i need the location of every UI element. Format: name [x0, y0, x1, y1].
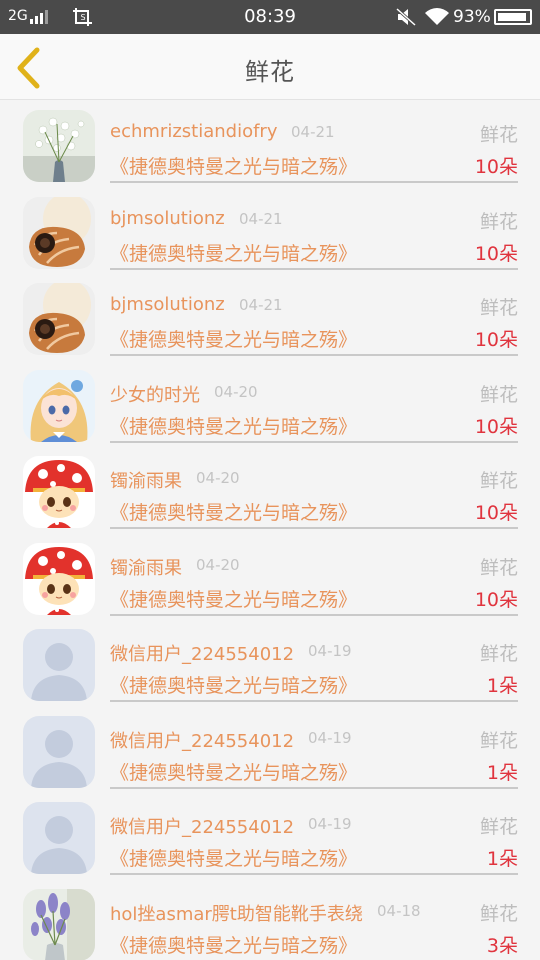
- gift-count: 1朵: [486, 848, 518, 870]
- shell-avatar-image: [23, 196, 95, 269]
- gift-count: 10朵: [474, 415, 518, 438]
- user-name: 微信用户_224554012: [110, 644, 295, 665]
- gift-count: 10朵: [474, 242, 518, 265]
- battery-icon: [494, 9, 532, 25]
- book-title[interactable]: 《捷德奥特曼之光与暗之殇》: [110, 325, 357, 352]
- list-item[interactable]: hol挫asmar腭t助智能靴手表绕 04-18 鲜花 《捷德奥特曼之光与暗之殇…: [0, 879, 540, 960]
- status-bar: 2G S 08:39 93%: [0, 0, 540, 34]
- date: 04-19: [308, 642, 352, 660]
- gift-type: 鲜花: [479, 210, 518, 233]
- divider: [110, 267, 518, 270]
- book-title[interactable]: 《捷德奥特曼之光与暗之殇》: [110, 671, 357, 698]
- date: 04-19: [308, 815, 352, 833]
- list-item[interactable]: bjmsolutionz 04-21 鲜花 《捷德奥特曼之光与暗之殇》 10朵: [0, 187, 540, 274]
- divider: [110, 527, 518, 529]
- user-name: 镯渝雨果: [110, 471, 182, 492]
- list-item[interactable]: 微信用户_224554012 04-19 鲜花 《捷德奥特曼之光与暗之殇》 1朵: [0, 619, 540, 706]
- gift-count: 10朵: [474, 156, 518, 178]
- date: 04-19: [308, 728, 352, 747]
- user-name: 微信用户_224554012: [110, 817, 295, 838]
- date: 04-21: [239, 296, 283, 314]
- battery-percent: 93%: [453, 7, 491, 27]
- gift-count: 10朵: [474, 588, 518, 611]
- mute-icon: [396, 7, 416, 27]
- battery-level-fill: [498, 13, 526, 21]
- page-title: 鲜花: [245, 58, 295, 86]
- book-title[interactable]: 《捷德奥特曼之光与暗之殇》: [110, 844, 357, 871]
- divider: [110, 786, 518, 789]
- user-name: 镯渝雨果: [110, 557, 182, 579]
- book-title[interactable]: 《捷德奥特曼之光与暗之殇》: [110, 585, 357, 612]
- avatar[interactable]: [23, 196, 95, 269]
- gift-type: 鲜花: [479, 902, 518, 925]
- gift-count: 3朵: [486, 934, 518, 957]
- divider: [110, 700, 518, 702]
- list-item[interactable]: 镯渝雨果 04-20 鲜花 《捷德奥特曼之光与暗之殇》 10朵: [0, 533, 540, 620]
- user-name: hol挫asmar腭t助智能靴手表绕: [110, 903, 363, 925]
- gift-type: 鲜花: [479, 470, 518, 492]
- default-user-avatar-image: [23, 802, 95, 874]
- gift-type: 鲜花: [479, 124, 518, 146]
- gift-type: 鲜花: [479, 556, 518, 579]
- gift-count: 10朵: [474, 502, 518, 524]
- flowers-white-avatar-image: [23, 110, 95, 182]
- divider: [110, 440, 518, 443]
- avatar[interactable]: [23, 456, 95, 528]
- date: 04-20: [196, 555, 240, 574]
- avatar[interactable]: [23, 715, 95, 788]
- user-name: echmrizstiandiofry: [110, 121, 278, 142]
- gift-type: 鲜花: [479, 297, 518, 319]
- avatar[interactable]: [23, 888, 95, 960]
- user-name: bjmsolutionz: [110, 294, 225, 315]
- list-item[interactable]: bjmsolutionz 04-21 鲜花 《捷德奥特曼之光与暗之殇》 10朵: [0, 273, 540, 360]
- book-title[interactable]: 《捷德奥特曼之光与暗之殇》: [110, 498, 357, 525]
- gift-type: 鲜花: [479, 729, 518, 752]
- date: 04-20: [196, 469, 240, 487]
- default-user-avatar-image: [23, 629, 95, 701]
- shell-avatar-image: [23, 283, 95, 355]
- app-header: 鲜花: [0, 34, 540, 100]
- divider: [110, 873, 518, 875]
- list-item[interactable]: 镯渝雨果 04-20 鲜花 《捷德奥特曼之光与暗之殇》 10朵: [0, 446, 540, 533]
- gift-record-list: echmrizstiandiofry 04-21 鲜花 《捷德奥特曼之光与暗之殇…: [0, 100, 540, 960]
- user-name: 微信用户_224554012: [110, 730, 295, 752]
- mushroom-girl-avatar-image: [23, 542, 95, 615]
- avatar[interactable]: [23, 629, 95, 701]
- gift-type: 鲜花: [479, 816, 518, 838]
- mushroom-girl-avatar-image: [23, 456, 95, 528]
- list-item[interactable]: 微信用户_224554012 04-19 鲜花 《捷德奥特曼之光与暗之殇》 1朵: [0, 706, 540, 793]
- gift-type: 鲜花: [479, 383, 518, 406]
- list-item[interactable]: 微信用户_224554012 04-19 鲜花 《捷德奥特曼之光与暗之殇》 1朵: [0, 792, 540, 879]
- avatar[interactable]: [23, 542, 95, 615]
- gift-count: 10朵: [474, 329, 518, 351]
- date: 04-20: [214, 382, 258, 401]
- gift-type: 鲜花: [479, 643, 518, 665]
- book-title[interactable]: 《捷德奥特曼之光与暗之殇》: [110, 931, 357, 958]
- book-title[interactable]: 《捷德奥特曼之光与暗之殇》: [110, 152, 357, 179]
- avatar[interactable]: [23, 110, 95, 182]
- book-title[interactable]: 《捷德奥特曼之光与暗之殇》: [110, 239, 357, 266]
- flowers-lavender-avatar-image: [23, 888, 95, 960]
- avatar[interactable]: [23, 283, 95, 355]
- list-item[interactable]: echmrizstiandiofry 04-21 鲜花 《捷德奥特曼之光与暗之殇…: [0, 100, 540, 187]
- book-title[interactable]: 《捷德奥特曼之光与暗之殇》: [110, 412, 357, 439]
- user-name: 少女的时光: [110, 384, 200, 406]
- default-user-avatar-image: [23, 715, 95, 788]
- gift-count: 1朵: [486, 675, 518, 697]
- gift-count: 1朵: [486, 761, 518, 784]
- divider: [110, 354, 518, 356]
- user-name: bjmsolutionz: [110, 207, 225, 229]
- date: 04-18: [377, 901, 421, 920]
- date: 04-21: [239, 209, 283, 228]
- avatar[interactable]: [23, 802, 95, 874]
- date: 04-21: [291, 123, 335, 141]
- divider: [110, 181, 518, 183]
- list-item[interactable]: 少女的时光 04-20 鲜花 《捷德奥特曼之光与暗之殇》 10朵: [0, 360, 540, 447]
- wifi-icon: [425, 8, 449, 26]
- divider: [110, 613, 518, 616]
- avatar[interactable]: [23, 369, 95, 442]
- anime-girl-avatar-image: [23, 369, 95, 442]
- book-title[interactable]: 《捷德奥特曼之光与暗之殇》: [110, 758, 357, 785]
